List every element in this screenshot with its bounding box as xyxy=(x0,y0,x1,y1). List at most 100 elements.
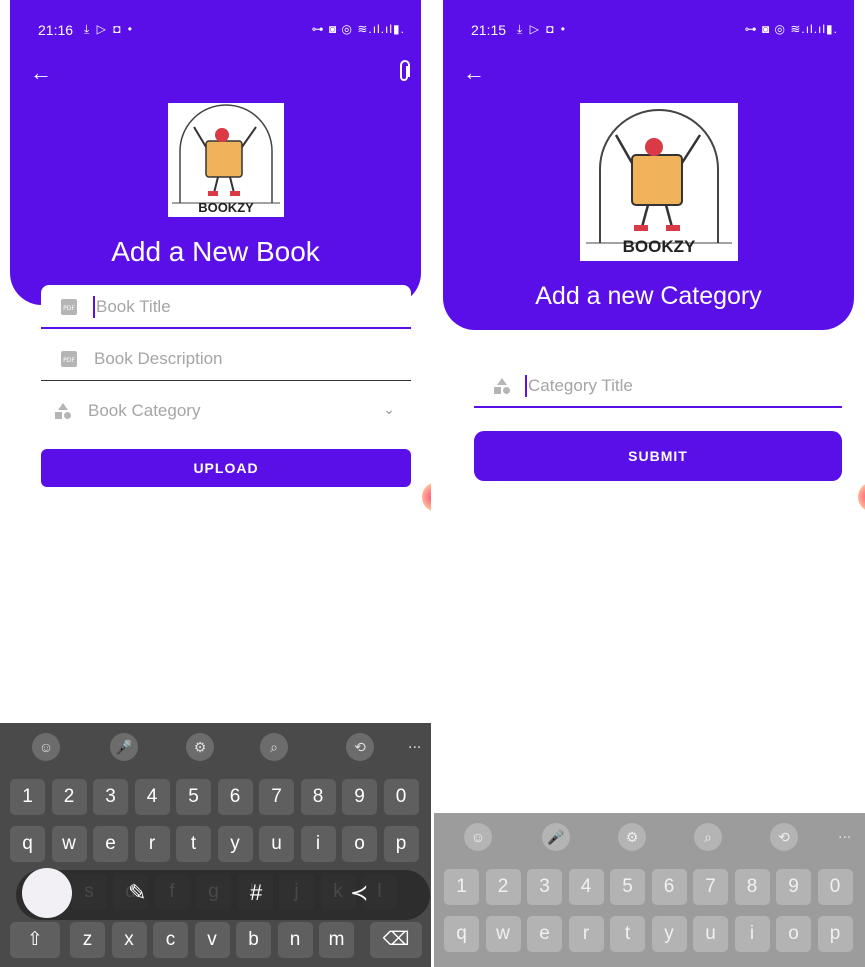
share-icon[interactable]: ≺ xyxy=(350,880,368,906)
bookzy-logo: BOOKZY xyxy=(168,103,284,217)
bookzy-logo: BOOKZY xyxy=(580,103,738,261)
key-o[interactable]: o xyxy=(342,826,377,862)
key-y[interactable]: y xyxy=(651,916,687,952)
key-u[interactable]: u xyxy=(693,916,728,952)
book-title-input[interactable]: PDF Book Title xyxy=(41,285,411,329)
key-e[interactable]: e xyxy=(93,826,128,862)
key-v[interactable]: v xyxy=(194,922,230,958)
key-u[interactable]: u xyxy=(259,826,294,862)
key-2[interactable]: 2 xyxy=(485,869,521,905)
keyboard-toolbar: ☺ 🎤 ⚙ ⌕ ⟲ ... xyxy=(0,733,431,763)
hashtag-icon[interactable]: # xyxy=(250,880,262,906)
key-4[interactable]: 4 xyxy=(568,869,604,905)
more-icon[interactable]: ... xyxy=(408,735,421,753)
key-y[interactable]: y xyxy=(217,826,253,862)
more-icon[interactable]: ... xyxy=(838,825,851,843)
key-1[interactable]: 1 xyxy=(444,869,479,905)
text-cursor xyxy=(525,375,527,397)
back-arrow-icon[interactable]: ← xyxy=(30,60,52,86)
status-time: 21:16 xyxy=(38,22,74,38)
key-q[interactable]: q xyxy=(444,916,479,952)
key-3[interactable]: 3 xyxy=(527,869,562,905)
key-p[interactable]: p xyxy=(817,916,853,952)
key-q[interactable]: q xyxy=(10,826,45,862)
key-w[interactable]: w xyxy=(51,826,87,862)
pdf-icon: PDF xyxy=(61,351,77,367)
key-e[interactable]: e xyxy=(527,916,562,952)
key-7[interactable]: 7 xyxy=(259,779,294,815)
status-icons-left: ⤓ ▷ ◘ • xyxy=(84,22,134,36)
key-r[interactable]: r xyxy=(568,916,604,952)
book-description-input[interactable]: PDF Book Description xyxy=(41,337,411,381)
key-b[interactable]: b xyxy=(236,922,271,958)
edit-icon[interactable]: ✎ xyxy=(128,880,146,906)
book-title-placeholder: Book Title xyxy=(96,297,171,316)
add-book-screen: 21:16 ⤓ ▷ ◘ • ⊶ ◙ ◎ ≋.ıl.ıl▮. ← BOOKZY A… xyxy=(0,0,431,967)
key-c[interactable]: c xyxy=(153,922,188,958)
key-w[interactable]: w xyxy=(485,916,521,952)
key-o[interactable]: o xyxy=(776,916,811,952)
settings-icon[interactable]: ⚙ xyxy=(618,823,646,851)
key-0[interactable]: 0 xyxy=(383,779,419,815)
key-4[interactable]: 4 xyxy=(134,779,170,815)
status-bar: 21:16 ⤓ ▷ ◘ • ⊶ ◙ ◎ ≋.ıl.ıl▮. xyxy=(10,0,421,40)
key-z[interactable]: z xyxy=(70,922,105,958)
key-3[interactable]: 3 xyxy=(93,779,128,815)
key-8[interactable]: 8 xyxy=(734,869,770,905)
upload-button[interactable]: UPLOAD xyxy=(41,449,411,487)
settings-icon[interactable]: ⚙ xyxy=(186,733,214,761)
key-0[interactable]: 0 xyxy=(817,869,853,905)
svg-text:PDF: PDF xyxy=(63,357,75,364)
microphone-icon[interactable]: 🎤 xyxy=(110,733,138,761)
key-9[interactable]: 9 xyxy=(342,779,377,815)
key-i[interactable]: i xyxy=(300,826,336,862)
key-9[interactable]: 9 xyxy=(776,869,811,905)
keyboard-toolbar: ☺ 🎤 ⚙ ⌕ ⟲ ... xyxy=(434,823,865,853)
backspace-key-icon[interactable]: ⌫ xyxy=(370,922,422,958)
key-t[interactable]: t xyxy=(176,826,211,862)
key-6[interactable]: 6 xyxy=(217,779,253,815)
text-cursor xyxy=(93,296,95,318)
key-7[interactable]: 7 xyxy=(693,869,728,905)
category-title-input[interactable]: Category Title xyxy=(474,364,842,408)
back-arrow-icon[interactable]: ← xyxy=(463,60,485,86)
shift-key-icon[interactable]: ⇧ xyxy=(10,922,60,958)
floating-bubble-icon[interactable] xyxy=(422,482,431,512)
key-8[interactable]: 8 xyxy=(300,779,336,815)
attachment-icon[interactable] xyxy=(397,60,411,90)
chevron-down-icon: ⌄ xyxy=(383,401,395,417)
book-category-placeholder: Book Category xyxy=(88,401,201,420)
submit-button[interactable]: SUBMIT xyxy=(474,431,842,481)
floating-bubble[interactable] xyxy=(22,868,72,918)
key-6[interactable]: 6 xyxy=(651,869,687,905)
key-m[interactable]: m xyxy=(319,922,354,958)
key-r[interactable]: r xyxy=(134,826,170,862)
translate-icon[interactable]: ⟲ xyxy=(346,733,374,761)
key-p[interactable]: p xyxy=(383,826,419,862)
microphone-icon[interactable]: 🎤 xyxy=(542,823,570,851)
book-description-placeholder: Book Description xyxy=(94,349,223,368)
key-5[interactable]: 5 xyxy=(610,869,645,905)
key-x[interactable]: x xyxy=(111,922,147,958)
search-icon[interactable]: ⌕ xyxy=(260,733,288,761)
emoji-icon[interactable]: ☺ xyxy=(464,823,492,851)
emoji-icon[interactable]: ☺ xyxy=(32,733,60,761)
search-icon[interactable]: ⌕ xyxy=(694,823,722,851)
header: 21:16 ⤓ ▷ ◘ • ⊶ ◙ ◎ ≋.ıl.ıl▮. ← BOOKZY A… xyxy=(10,0,421,305)
key-2[interactable]: 2 xyxy=(51,779,87,815)
key-n[interactable]: n xyxy=(277,922,313,958)
translate-icon[interactable]: ⟲ xyxy=(770,823,798,851)
logo-text: BOOKZY xyxy=(198,200,254,215)
key-5[interactable]: 5 xyxy=(176,779,211,815)
key-1[interactable]: 1 xyxy=(10,779,45,815)
book-category-select[interactable]: Book Category ⌄ xyxy=(41,389,411,433)
status-bar: 21:15 ⤓ ▷ ◘ • ⊶ ◙ ◎ ≋.ıl.ıl▮. xyxy=(443,0,854,40)
key-i[interactable]: i xyxy=(734,916,770,952)
status-icons-right: ⊶ ◙ ◎ ≋.ıl.ıl▮. xyxy=(744,22,838,36)
status-icons-right: ⊶ ◙ ◎ ≋.ıl.ıl▮. xyxy=(311,22,405,36)
status-icons-left: ⤓ ▷ ◘ • xyxy=(517,22,567,36)
pdf-icon: PDF xyxy=(61,299,77,315)
floating-bubble-icon[interactable] xyxy=(858,482,865,512)
shapes-icon xyxy=(494,378,510,394)
key-t[interactable]: t xyxy=(610,916,645,952)
